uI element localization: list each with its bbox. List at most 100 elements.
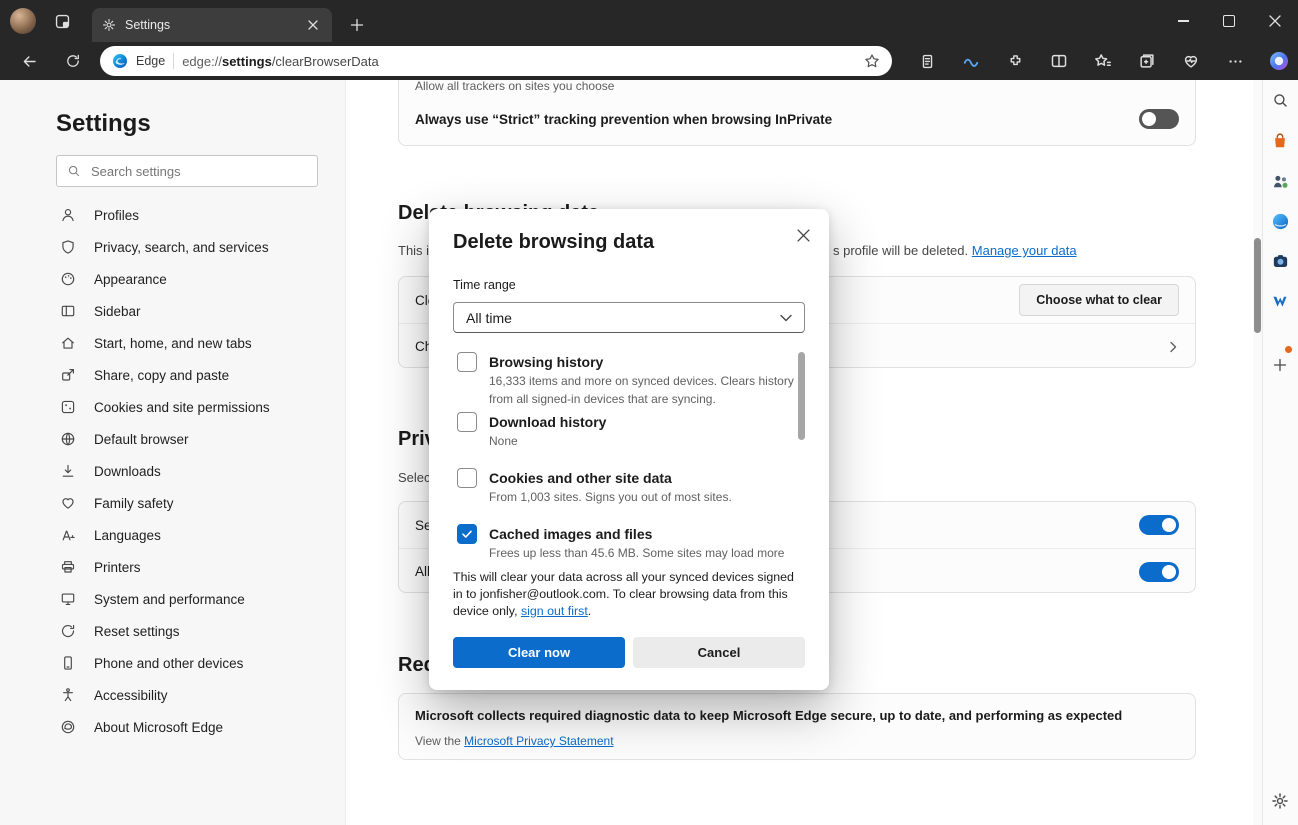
chevron-down-icon bbox=[780, 314, 792, 321]
page-scrollbar-track[interactable] bbox=[1253, 80, 1262, 825]
sidebar-settings-gear-icon bbox=[1272, 793, 1288, 809]
search-icon bbox=[67, 164, 81, 178]
tab-gear-icon bbox=[102, 18, 116, 32]
sidebar-item-share-copy-paste[interactable]: Share, copy and paste bbox=[0, 359, 345, 391]
privacy-toggle-2[interactable] bbox=[1139, 561, 1179, 582]
cached-images-checkbox[interactable] bbox=[457, 524, 477, 544]
split-screen-icon[interactable] bbox=[1044, 46, 1074, 76]
sidebar-item-appearance[interactable]: Appearance bbox=[0, 263, 345, 295]
workspaces-icon bbox=[54, 13, 71, 30]
workspaces-button[interactable] bbox=[48, 10, 76, 32]
close-window-button[interactable] bbox=[1252, 0, 1298, 42]
delete-browsing-data-dialog: Delete browsing data Time range All time… bbox=[429, 209, 829, 690]
back-button[interactable] bbox=[14, 46, 44, 76]
time-range-label: Time range bbox=[453, 278, 516, 292]
editor-extension-icon[interactable] bbox=[956, 46, 986, 76]
download-history-checkbox[interactable] bbox=[457, 412, 477, 432]
share-icon bbox=[60, 367, 76, 383]
sidebar-item-sidebar[interactable]: Sidebar bbox=[0, 295, 345, 327]
profile-avatar[interactable] bbox=[10, 8, 36, 34]
privacy-desc-fragment: Selec bbox=[398, 470, 431, 485]
home-icon bbox=[60, 335, 76, 351]
sidebar-item-accessibility[interactable]: Accessibility bbox=[0, 679, 345, 711]
browser-chrome: Settings Edge edge://settings/clearBrows… bbox=[0, 0, 1298, 80]
extensions-icon[interactable] bbox=[1000, 46, 1030, 76]
option-desc: 16,333 items and more on synced devices.… bbox=[489, 374, 794, 406]
new-tab-button[interactable] bbox=[344, 14, 370, 36]
toolbar-icons bbox=[912, 46, 1294, 76]
page-scrollbar-thumb[interactable] bbox=[1254, 238, 1261, 333]
profiles-icon bbox=[60, 207, 76, 223]
pinned-extension-icon[interactable] bbox=[912, 46, 942, 76]
url-text: edge://settings/clearBrowserData bbox=[182, 53, 379, 69]
sidebar-games-button[interactable] bbox=[1266, 167, 1294, 195]
add-icon bbox=[1273, 358, 1287, 372]
sidebar-search-button[interactable] bbox=[1266, 86, 1294, 114]
phone-icon bbox=[60, 655, 76, 671]
diagnostics-view-line: View the Microsoft Privacy Statement bbox=[415, 734, 614, 748]
sidebar-item-privacy[interactable]: Privacy, search, and services bbox=[0, 231, 345, 263]
dialog-title: Delete browsing data bbox=[453, 231, 655, 253]
cancel-button[interactable]: Cancel bbox=[633, 637, 805, 668]
sidebar-item-downloads[interactable]: Downloads bbox=[0, 455, 345, 487]
sidebar-item-profiles[interactable]: Profiles bbox=[0, 199, 345, 231]
option-title: Cookies and other site data bbox=[489, 470, 672, 486]
maximize-icon bbox=[1223, 15, 1235, 27]
manage-your-data-link[interactable]: Manage your data bbox=[972, 243, 1077, 258]
sidebar-item-reset-settings[interactable]: Reset settings bbox=[0, 615, 345, 647]
tab-title: Settings bbox=[125, 18, 171, 32]
sidebar-m365-button[interactable] bbox=[1266, 207, 1294, 235]
tracking-prevention-card: Allow all trackers on sites you choose A… bbox=[398, 80, 1196, 146]
privacy-statement-link[interactable]: Microsoft Privacy Statement bbox=[464, 734, 613, 748]
time-range-value: All time bbox=[466, 309, 512, 326]
option-download-history: Download history None bbox=[429, 412, 829, 450]
dialog-scrollbar-thumb[interactable] bbox=[798, 352, 805, 440]
settings-heading: Settings bbox=[56, 110, 151, 137]
browsing-history-checkbox[interactable] bbox=[457, 352, 477, 372]
refresh-button[interactable] bbox=[58, 46, 88, 76]
minimize-button[interactable] bbox=[1160, 0, 1206, 42]
sidebar-item-about-edge[interactable]: About Microsoft Edge bbox=[0, 711, 345, 743]
sidebar-item-system-performance[interactable]: System and performance bbox=[0, 583, 345, 615]
sidebar-item-default-browser[interactable]: Default browser bbox=[0, 423, 345, 455]
favorites-icon[interactable] bbox=[1088, 46, 1118, 76]
sidebar-search-icon bbox=[1273, 93, 1287, 107]
clear-now-button[interactable]: Clear now bbox=[453, 637, 625, 668]
settings-more-icon[interactable] bbox=[1220, 46, 1250, 76]
collections-icon[interactable] bbox=[1132, 46, 1162, 76]
system-icon bbox=[60, 591, 76, 607]
privacy-toggle-1[interactable] bbox=[1139, 515, 1179, 535]
sidebar-designer-button[interactable] bbox=[1266, 247, 1294, 275]
search-settings-input[interactable] bbox=[89, 162, 307, 180]
site-permissions-icon bbox=[60, 399, 76, 415]
sidebar-item-printers[interactable]: Printers bbox=[0, 551, 345, 583]
cookies-checkbox[interactable] bbox=[457, 468, 477, 488]
reset-icon bbox=[60, 623, 76, 639]
sidebar-item-phone-devices[interactable]: Phone and other devices bbox=[0, 647, 345, 679]
sidebar-item-languages[interactable]: Languages bbox=[0, 519, 345, 551]
sidebar-settings-button[interactable] bbox=[1266, 787, 1294, 815]
tab-settings[interactable]: Settings bbox=[92, 8, 332, 42]
sidebar-add-button[interactable] bbox=[1266, 351, 1294, 379]
sidebar-shopping-button[interactable] bbox=[1266, 127, 1294, 155]
tab-close-button[interactable] bbox=[304, 16, 322, 34]
maximize-button[interactable] bbox=[1206, 0, 1252, 42]
sidebar-item-family-safety[interactable]: Family safety bbox=[0, 487, 345, 519]
dialog-close-button[interactable] bbox=[789, 221, 817, 249]
sign-out-first-link[interactable]: sign out first bbox=[521, 604, 588, 618]
sidebar-item-start-home-tabs[interactable]: Start, home, and new tabs bbox=[0, 327, 345, 359]
option-desc: None bbox=[489, 434, 518, 448]
copilot-icon[interactable] bbox=[1264, 46, 1294, 76]
browser-essentials-icon[interactable] bbox=[1176, 46, 1206, 76]
strict-tracking-toggle[interactable] bbox=[1139, 109, 1179, 129]
option-title: Download history bbox=[489, 414, 607, 430]
settings-search-box[interactable] bbox=[56, 155, 318, 187]
favorite-star-icon[interactable] bbox=[864, 53, 880, 69]
choose-what-to-clear-button[interactable]: Choose what to clear bbox=[1019, 284, 1179, 316]
address-bar[interactable]: Edge edge://settings/clearBrowserData bbox=[100, 46, 892, 76]
option-browsing-history: Browsing history 16,333 items and more on… bbox=[429, 352, 829, 408]
time-range-select[interactable]: All time bbox=[453, 302, 805, 333]
option-title: Browsing history bbox=[489, 354, 604, 370]
sidebar-item-cookies-permissions[interactable]: Cookies and site permissions bbox=[0, 391, 345, 423]
sidebar-app-button[interactable] bbox=[1266, 287, 1294, 315]
